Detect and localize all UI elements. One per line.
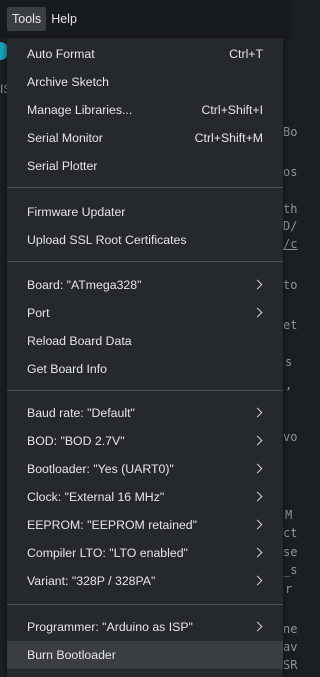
menu-item-clock[interactable]: Clock: "External 16 MHz" (7, 483, 283, 511)
menu-item-label: Serial Plotter (27, 159, 98, 173)
chevron-right-icon (252, 575, 263, 586)
bg-code: r (285, 582, 293, 596)
menu-item-reload-board-data[interactable]: Reload Board Data (7, 327, 283, 355)
tools-menu[interactable]: Tools (7, 7, 47, 31)
menu-item-label: EEPROM: "EEPROM retained" (27, 518, 198, 532)
menu-item-shortcut: Ctrl+Shift+M (194, 131, 263, 145)
menu-item-upload-ssl[interactable]: Upload SSL Root Certificates (7, 226, 283, 254)
bg-code: et (283, 318, 298, 332)
menu-item-firmware-updater[interactable]: Firmware Updater (7, 198, 283, 226)
menu-item-label: Auto Format (27, 47, 95, 61)
menu-item-label: Board: "ATmega328" (27, 278, 142, 292)
chevron-right-icon (252, 519, 263, 530)
menu-item-manage-libraries[interactable]: Manage Libraries... Ctrl+Shift+I (7, 96, 283, 124)
menu-item-label: Archive Sketch (27, 75, 110, 89)
menu-item-eeprom[interactable]: EEPROM: "EEPROM retained" (7, 511, 283, 539)
menu-separator (7, 261, 283, 262)
bg-code: ct (283, 526, 298, 540)
menu-item-bootloader[interactable]: Bootloader: "Yes (UART0)" (7, 455, 283, 483)
menu-item-label: Upload SSL Root Certificates (27, 233, 187, 247)
menu-separator (7, 187, 283, 188)
menu-item-get-board-info[interactable]: Get Board Info (7, 355, 283, 383)
menu-item-label: Reload Board Data (27, 334, 132, 348)
bg-code: to (283, 278, 298, 292)
chevron-right-icon (252, 307, 263, 318)
bg-code: Bo (283, 125, 298, 139)
menu-item-label: Compiler LTO: "LTO enabled" (27, 546, 188, 560)
menu-separator (7, 604, 283, 605)
menu-item-programmer[interactable]: Programmer: "Arduino as ISP" (7, 613, 283, 641)
menubar: Tools Help (0, 0, 293, 38)
chevron-right-icon (252, 463, 263, 474)
chevron-right-icon (252, 491, 263, 502)
bg-code: vo (283, 430, 298, 444)
bg-code: _s (283, 563, 298, 577)
menu-item-label: Manage Libraries... (27, 103, 133, 117)
bg-code: SR (283, 658, 298, 672)
bg-code: s (285, 355, 293, 369)
menu-item-bod[interactable]: BOD: "BOD 2.7V" (7, 427, 283, 455)
bg-code: se (283, 545, 298, 559)
menu-item-burn-bootloader[interactable]: Burn Bootloader (7, 641, 283, 669)
menu-item-label: Burn Bootloader (27, 648, 116, 662)
tools-dropdown-menu: Auto Format Ctrl+T Archive Sketch Manage… (7, 38, 283, 677)
menu-item-archive-sketch[interactable]: Archive Sketch (7, 68, 283, 96)
menu-item-label: Get Board Info (27, 362, 107, 376)
chevron-right-icon (252, 435, 263, 446)
bg-code: ne (283, 622, 298, 636)
menu-item-label: Port (27, 306, 50, 320)
menu-item-shortcut: Ctrl+Shift+I (201, 103, 263, 117)
bg-code: os (283, 165, 298, 179)
menu-item-serial-plotter[interactable]: Serial Plotter (7, 152, 283, 180)
menu-separator (7, 390, 283, 391)
menu-item-label: Variant: "328P / 328PA" (27, 574, 156, 588)
bg-code: , (285, 378, 293, 392)
menu-item-shortcut: Ctrl+T (229, 47, 263, 61)
menu-item-label: Firmware Updater (27, 205, 126, 219)
menu-item-serial-monitor[interactable]: Serial Monitor Ctrl+Shift+M (7, 124, 283, 152)
bg-code: M (285, 508, 293, 522)
bg-code: av (283, 640, 298, 654)
menu-item-baud-rate[interactable]: Baud rate: "Default" (7, 399, 283, 427)
chevron-right-icon (252, 279, 263, 290)
bg-code: /c (283, 237, 298, 251)
menu-item-label: Programmer: "Arduino as ISP" (27, 620, 193, 634)
chevron-right-icon (252, 621, 263, 632)
menu-item-label: Baud rate: "Default" (27, 406, 135, 420)
menu-item-label: Serial Monitor (27, 131, 103, 145)
menu-item-variant[interactable]: Variant: "328P / 328PA" (7, 567, 283, 595)
menu-item-label: Clock: "External 16 MHz" (27, 490, 165, 504)
chevron-right-icon (252, 547, 263, 558)
menu-item-label: BOD: "BOD 2.7V" (27, 434, 125, 448)
menu-item-auto-format[interactable]: Auto Format Ctrl+T (7, 40, 283, 68)
menu-item-port[interactable]: Port (7, 299, 283, 327)
bg-code: D/ (283, 219, 298, 233)
menu-item-label: Bootloader: "Yes (UART0)" (27, 462, 174, 476)
chevron-right-icon (252, 407, 263, 418)
menu-item-compiler-lto[interactable]: Compiler LTO: "LTO enabled" (7, 539, 283, 567)
bg-code: th (283, 202, 298, 216)
help-menu[interactable]: Help (46, 7, 82, 31)
menu-item-board[interactable]: Board: "ATmega328" (7, 271, 283, 299)
